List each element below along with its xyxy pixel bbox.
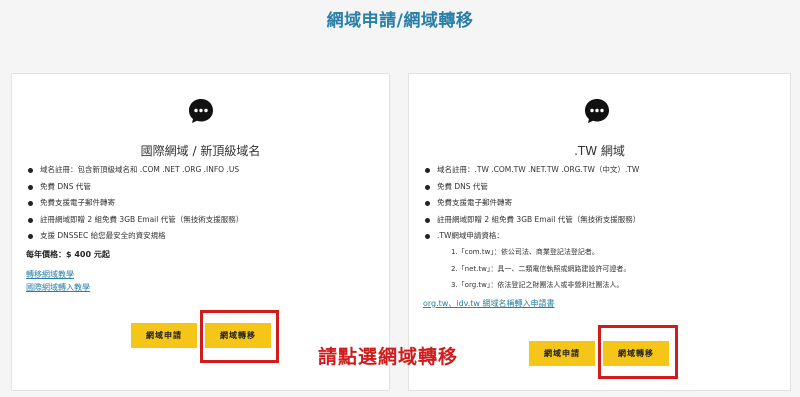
- card-title: 國際網域 / 新頂級域名: [140, 144, 261, 158]
- bullet-icon: [28, 168, 33, 173]
- qualification-list: 1.「com.tw」：依公司法、商業登記法登記者。 2.「net.tw」：具一、…: [437, 244, 630, 294]
- apply-domain-button[interactable]: 網域申請: [529, 341, 595, 366]
- qualification-item: 3.「org.tw」：依法登記之財團法人或非營利社團法人。: [451, 281, 624, 289]
- card-title: .TW 網域: [574, 144, 625, 158]
- highlight-box: [598, 325, 678, 379]
- bullet-icon: [28, 201, 33, 206]
- highlight-box: [200, 310, 279, 363]
- feature-item: 域名註冊：.TW .COM.TW .NET.TW .ORG.TW（中文）.TW: [423, 162, 640, 179]
- feature-item: 域名註冊：包含新頂級域名和 .COM .NET .ORG .INFO .US: [26, 162, 243, 179]
- bullet-icon: [425, 184, 430, 190]
- chat-bubble-icon: [189, 99, 213, 123]
- feature-item: 免費支援電子郵件轉寄: [423, 195, 640, 212]
- feature-item: 免費支援電子郵件轉寄: [26, 195, 243, 212]
- bullet-icon: [28, 217, 33, 223]
- price-label: 每年價格：$ 400 元起: [26, 250, 110, 259]
- feature-item: 支援 DNSSEC 給您最安全的資安規格: [26, 228, 243, 245]
- bullet-icon: [425, 168, 430, 173]
- bullet-icon: [425, 201, 430, 206]
- transfer-tutorial-link[interactable]: 轉移網域教學: [26, 269, 74, 280]
- qualification-item: 1.「com.tw」：依公司法、商業登記法登記者。: [451, 248, 599, 256]
- apply-domain-button[interactable]: 網域申請: [131, 323, 197, 348]
- feature-item: .TW網域申請資格：: [423, 228, 640, 245]
- bullet-icon: [425, 217, 430, 223]
- feature-list: 域名註冊：.TW .COM.TW .NET.TW .ORG.TW（中文）.TW …: [423, 162, 640, 245]
- qualification-item: 2.「net.tw」：具一、二類電信執照或網路建設許可證者。: [451, 264, 631, 273]
- page-title: 網域申請/網域轉移: [326, 11, 474, 31]
- chat-bubble-icon: [585, 99, 609, 123]
- feature-item: 註冊網域即贈 2 組免費 3GB Email 代管（無技術支援服務）: [423, 212, 640, 229]
- card-tw-domain: .TW 網域 域名註冊：.TW .COM.TW .NET.TW .ORG.TW（…: [408, 73, 791, 391]
- international-transfer-tutorial-link[interactable]: 國際網域轉入教學: [26, 282, 90, 293]
- feature-list: 域名註冊：包含新頂級域名和 .COM .NET .ORG .INFO .US 免…: [26, 162, 243, 245]
- feature-item: 免費 DNS 代管: [423, 179, 640, 196]
- bullet-icon: [28, 234, 33, 239]
- bullet-icon: [425, 234, 430, 239]
- bullet-icon: [28, 184, 33, 190]
- feature-item: 註冊網域即贈 2 組免費 3GB Email 代管（無技術支援服務）: [26, 212, 243, 229]
- feature-item: 免費 DNS 代管: [26, 179, 243, 196]
- instruction-text: 請點選網域轉移: [318, 346, 459, 368]
- transfer-application-form-link[interactable]: org.tw、idv.tw 網域名稱轉入申請書: [423, 298, 555, 309]
